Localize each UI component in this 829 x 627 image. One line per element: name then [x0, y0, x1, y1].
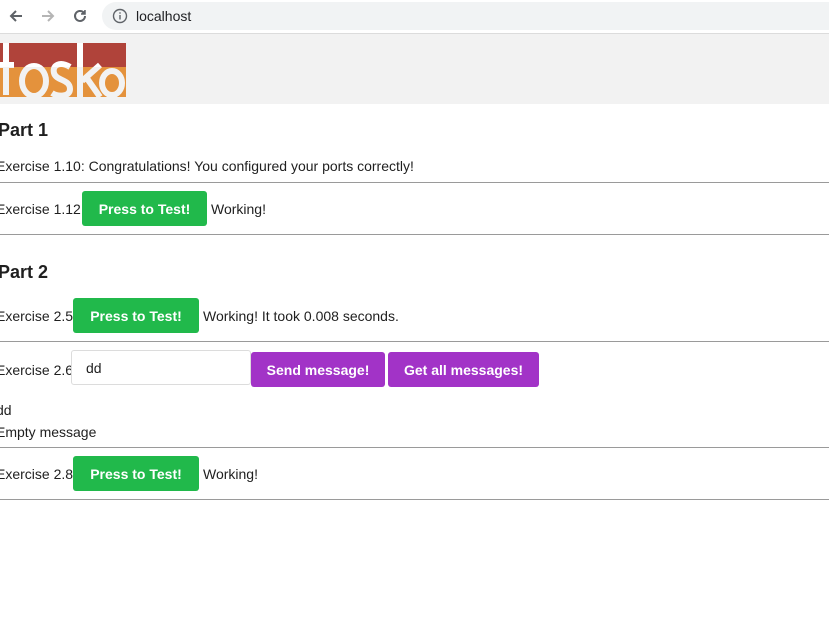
reload-icon[interactable] [69, 5, 91, 27]
browser-toolbar: localhost [0, 0, 829, 34]
send-message-button[interactable]: Send message! [251, 352, 385, 387]
exercise-2-8-test-button[interactable]: Press to Test! [73, 456, 199, 491]
message-item: dd [0, 402, 12, 418]
divider [0, 447, 829, 448]
toska-logo [0, 43, 126, 97]
address-bar[interactable]: localhost [102, 2, 829, 30]
part2-heading: Part 2 [0, 262, 49, 282]
exercise-2-5-status: Working! It took 0.008 seconds. [203, 308, 399, 324]
exercise-2-5-test-button[interactable]: Press to Test! [73, 298, 199, 333]
exercise-2-8-status: Working! [203, 466, 258, 482]
url-text: localhost [136, 8, 192, 24]
divider [0, 499, 829, 500]
forward-arrow-icon[interactable] [37, 5, 59, 27]
part1-heading: Part 1 [0, 120, 49, 140]
exercise-1-12-test-button[interactable]: Press to Test! [82, 191, 207, 226]
exercise-2-8-label: Exercise 2.8: [0, 466, 77, 482]
exercise-1-12-label: Exercise 1.12: [0, 201, 85, 217]
back-arrow-icon[interactable] [5, 5, 27, 27]
divider [0, 182, 829, 183]
get-all-messages-button[interactable]: Get all messages! [388, 352, 539, 387]
message-item: Empty message [0, 424, 97, 440]
exercise-1-12-status: Working! [211, 201, 266, 217]
exercise-2-5-label: Exercise 2.5: [0, 308, 77, 324]
exercise-2-6-label: Exercise 2.6: [0, 362, 77, 378]
exercise-1-10-text: Exercise 1.10: Congratulations! You conf… [0, 158, 414, 174]
page-header [0, 34, 829, 104]
info-icon[interactable] [112, 8, 128, 24]
divider [0, 234, 829, 235]
divider [0, 341, 829, 342]
message-input[interactable] [71, 350, 251, 385]
